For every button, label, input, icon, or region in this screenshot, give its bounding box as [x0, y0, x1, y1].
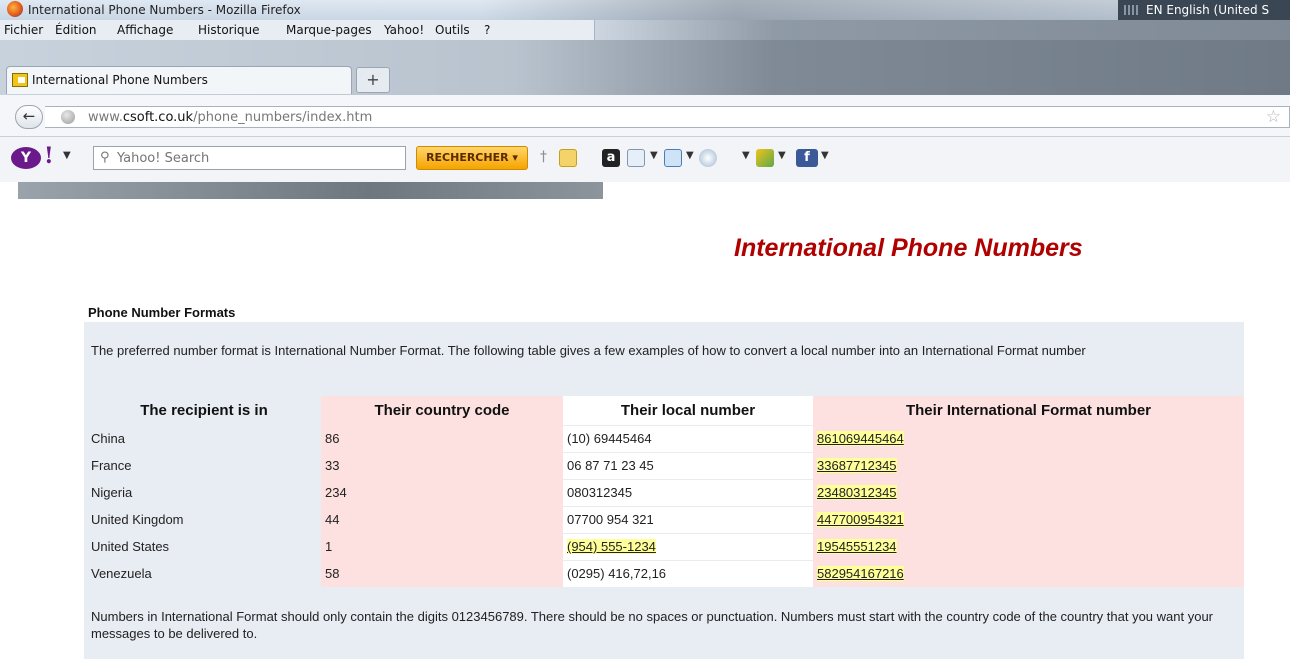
table-row: United States 1 (954) 555-1234 195455512… [87, 533, 1244, 561]
yahoo-exclamation: ! [44, 143, 54, 169]
cell-intl-link[interactable]: 33687712345 [817, 458, 897, 473]
yahoo-toolbar: Y ! ▼ ⚲ RECHERCHER ▾ † a ▼ ▼ ▼ ▼ f ▼ [0, 137, 1290, 182]
menu-marque-pages[interactable]: Marque-pages [286, 23, 372, 37]
menu-affichage[interactable]: Affichage [117, 23, 173, 37]
cell-intl-link[interactable]: 19545551234 [817, 539, 897, 554]
header-recipient: The recipient is in [140, 402, 268, 419]
page-title: International Phone Numbers [734, 234, 1083, 262]
amazon-icon[interactable]: a [602, 149, 620, 167]
facebook-icon[interactable]: f [796, 149, 818, 167]
cell-code: 33 [321, 452, 563, 479]
window-title-bar: International Phone Numbers - Mozilla Fi… [0, 0, 1290, 20]
cell-local: (0295) 416,72,16 [563, 560, 813, 588]
tab-label: International Phone Numbers [32, 73, 208, 87]
content-box: The preferred number format is Internati… [84, 322, 1244, 659]
table-row: Venezuela 58 (0295) 416,72,16 5829541672… [87, 560, 1244, 588]
cell-country: Nigeria [91, 485, 133, 500]
cell-local-link[interactable]: (954) 555-1234 [567, 539, 656, 554]
cell-local: 080312345 [563, 479, 813, 507]
bookmark-star-icon[interactable]: ☆ [1266, 107, 1281, 127]
chevron-down-icon[interactable]: ▼ [650, 150, 658, 161]
menu-edition[interactable]: Édition [55, 23, 97, 37]
table-row: Nigeria 234 080312345 23480312345 [87, 479, 1244, 507]
cell-code: 234 [321, 479, 563, 506]
new-tab-button[interactable]: + [356, 67, 390, 93]
cell-code: 86 [321, 425, 563, 452]
menu-bar: Fichier Édition Affichage Historique Mar… [0, 20, 1290, 40]
cell-code: 44 [321, 506, 563, 533]
header-local-number: Their local number [563, 396, 813, 426]
keyboard-icon [1124, 5, 1138, 15]
cell-country: France [91, 458, 132, 473]
cell-code: 1 [321, 533, 563, 560]
header-country-code: Their country code [321, 396, 563, 425]
intro-text: The preferred number format is Internati… [91, 343, 1086, 358]
cell-intl-link[interactable]: 582954167216 [817, 566, 904, 581]
chevron-down-icon[interactable]: ▼ [742, 150, 750, 161]
chevron-down-icon[interactable]: ▼ [778, 150, 786, 161]
phone-format-table: The recipient is in Their country code T… [87, 396, 1244, 588]
table-row: France 33 06 87 71 23 45 33687712345 [87, 452, 1244, 480]
toolbar-separator: † [540, 149, 547, 165]
rechercher-button[interactable]: RECHERCHER ▾ [416, 146, 528, 170]
chevron-down-icon[interactable]: ▼ [821, 150, 829, 161]
back-button[interactable]: ← [15, 105, 43, 129]
cell-local: 07700 954 321 [563, 506, 813, 534]
menu-help[interactable]: ? [484, 23, 490, 37]
yahoo-search-box[interactable]: ⚲ [93, 146, 406, 170]
language-label: EN English (United S [1146, 3, 1270, 17]
cell-local: (10) 69445464 [563, 425, 813, 453]
search-icon: ⚲ [100, 150, 110, 165]
menu-yahoo[interactable]: Yahoo! [384, 23, 424, 37]
page-favicon-icon [12, 73, 28, 87]
cell-intl-link[interactable]: 23480312345 [817, 485, 897, 500]
cell-intl-link[interactable]: 447700954321 [817, 512, 904, 527]
header-intl-number: Their International Format number [813, 396, 1244, 425]
ebay-icon[interactable] [559, 149, 577, 167]
mail-icon[interactable] [664, 149, 682, 167]
cell-local: 06 87 71 23 45 [563, 452, 813, 480]
menu-outils[interactable]: Outils [435, 23, 470, 37]
cell-country: United Kingdom [91, 512, 184, 527]
navigation-bar: ← www.csoft.co.uk/phone_numbers/index.ht… [0, 95, 1290, 137]
weather-icon[interactable] [699, 149, 717, 167]
cell-code: 58 [321, 560, 563, 587]
section-title: Phone Number Formats [88, 305, 236, 320]
table-row: China 86 (10) 69445464 861069445464 [87, 425, 1244, 453]
table-row: United Kingdom 44 07700 954 321 44770095… [87, 506, 1244, 534]
cell-country: China [91, 431, 125, 446]
language-indicator[interactable]: EN English (United S [1118, 0, 1290, 20]
cell-country: United States [91, 539, 170, 554]
cell-country: Venezuela [91, 566, 152, 581]
tab-bar: International Phone Numbers + [0, 40, 1290, 95]
table-header-row: The recipient is in Their country code T… [87, 396, 1244, 426]
address-bar[interactable]: www.csoft.co.uk/phone_numbers/index.htm … [45, 106, 1290, 128]
tab-international-phone-numbers[interactable]: International Phone Numbers [6, 66, 352, 94]
menu-fichier[interactable]: Fichier [4, 23, 43, 37]
firefox-icon [7, 1, 23, 17]
site-identity-icon[interactable] [61, 110, 75, 124]
chevron-down-icon[interactable]: ▼ [686, 150, 694, 161]
window-title: International Phone Numbers - Mozilla Fi… [28, 3, 301, 17]
bookmark-list-icon[interactable] [627, 149, 645, 167]
yahoo-search-input[interactable] [117, 150, 397, 167]
footer-text: Numbers in International Format should o… [91, 609, 1214, 641]
games-icon[interactable] [756, 149, 774, 167]
chevron-down-icon[interactable]: ▼ [63, 150, 71, 161]
menu-historique[interactable]: Historique [198, 23, 260, 37]
yahoo-logo-icon[interactable]: Y [11, 147, 41, 169]
url-text[interactable]: www.csoft.co.uk/phone_numbers/index.htm [88, 110, 372, 125]
cell-intl-link[interactable]: 861069445464 [817, 431, 904, 446]
